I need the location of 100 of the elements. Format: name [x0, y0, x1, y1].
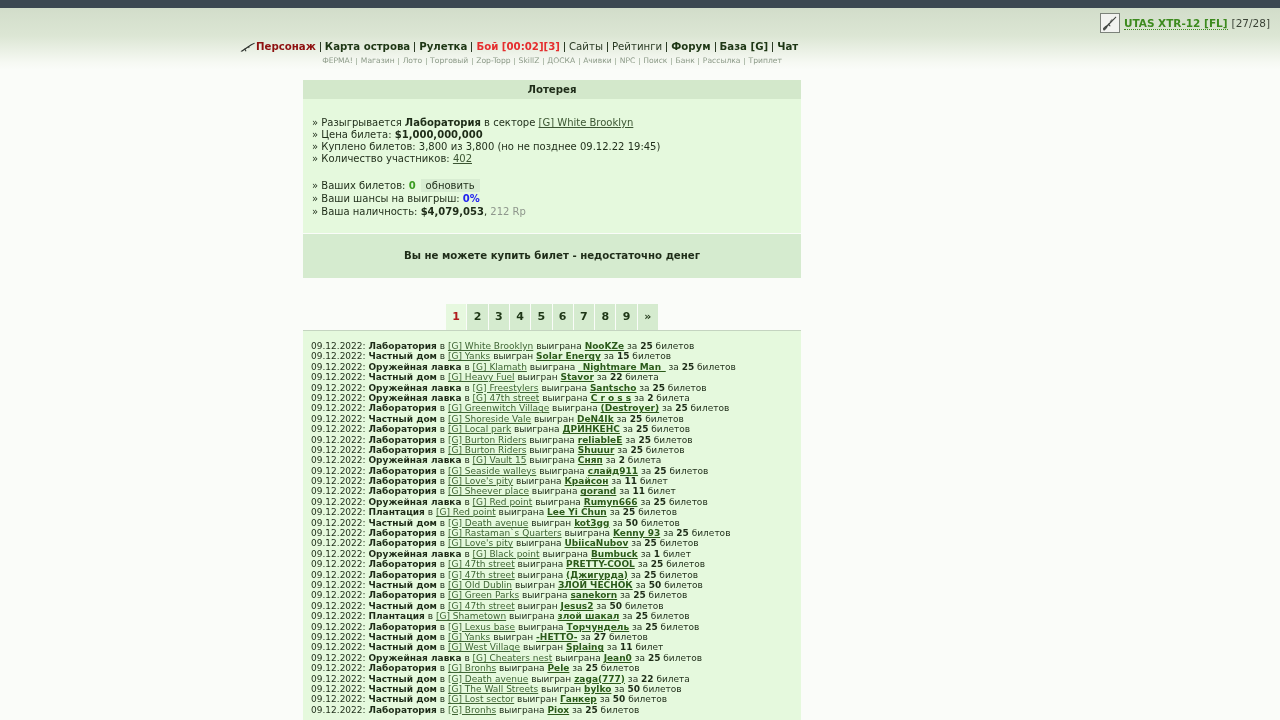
sector-link[interactable]: [G] Shoreside Vale	[448, 413, 532, 424]
sector-link[interactable]: [G] Cheaters nest	[472, 652, 553, 663]
winner-link[interactable]: Торчундель	[566, 621, 630, 632]
winner-link[interactable]: Santscho	[589, 382, 637, 393]
page-link[interactable]: 4	[509, 304, 531, 330]
page-link[interactable]: 2	[467, 304, 488, 330]
sector-link[interactable]: [G] West Village	[448, 642, 521, 653]
page-link[interactable]: 8	[595, 304, 616, 330]
nav-link[interactable]: Персонаж	[256, 40, 316, 54]
sector-link[interactable]: [G] Local park	[447, 424, 512, 435]
winner-link[interactable]: NooKZe	[584, 341, 625, 351]
page-link[interactable]: 1	[446, 304, 467, 330]
winner-link[interactable]: _Nightmare Man_	[578, 361, 666, 372]
sector-link[interactable]: [G] Heavy Fuel	[448, 372, 515, 383]
winner-link[interactable]: Splaing	[565, 642, 604, 653]
sector-link[interactable]: [G] Death avenue	[448, 517, 529, 528]
winner-link[interactable]: Piox	[547, 704, 570, 715]
winner-link[interactable]: злой шакал	[557, 611, 620, 622]
winner-link[interactable]: Solar Energy	[536, 351, 601, 362]
info-link[interactable]: [G] White Brooklyn	[538, 117, 634, 128]
sector-link[interactable]: [G] Red point	[435, 507, 496, 518]
nav-link[interactable]: Форум	[671, 40, 711, 54]
sector-link[interactable]: [G] Burton Riders	[447, 434, 527, 445]
winner-link[interactable]: bylko	[584, 683, 612, 694]
sector-link[interactable]: [G] Love's pity	[447, 538, 514, 549]
sector-link[interactable]: [G] Black point	[472, 548, 540, 559]
nav-link[interactable]: Рейтинги	[611, 40, 663, 54]
winner-link[interactable]: Lee Yi Chun	[547, 507, 607, 518]
sector-link[interactable]: [G] Klamath	[472, 361, 527, 372]
sector-link[interactable]: [G] Freestylers	[472, 382, 539, 393]
winner-link[interactable]: -HETTO-	[536, 631, 578, 642]
nav-link[interactable]: Сайты	[569, 40, 603, 54]
winner-link[interactable]: Kenny 93	[613, 528, 661, 539]
winner-link[interactable]: reliableE	[577, 434, 623, 445]
sector-link[interactable]: [G] Lost sector	[448, 694, 515, 705]
winner-link[interactable]: (Джигурда)	[566, 569, 628, 580]
sector-link[interactable]: [G] 47th street	[472, 392, 540, 403]
sector-link[interactable]: [G] 47th street	[447, 559, 515, 570]
nav-link[interactable]: Бой [00:02][3]	[476, 40, 560, 54]
sector-link[interactable]: [G] Vault 15	[472, 455, 527, 466]
sector-link[interactable]: [G] Green Parks	[447, 590, 520, 601]
sector-link[interactable]: [G] Bronhs	[447, 704, 497, 715]
sector-link[interactable]: [G] Burton Riders	[447, 444, 527, 455]
sector-link[interactable]: [G] The Wall Streets	[448, 683, 539, 694]
nav-link[interactable]: Чат	[777, 40, 799, 54]
winner-link[interactable]: gorand	[580, 486, 617, 497]
winner-link[interactable]: ЗЛОЙ ЧЕСНОК	[557, 580, 633, 590]
sector-link[interactable]: [G] Yanks	[448, 351, 491, 362]
winner-link[interactable]: (Destroyer)	[600, 403, 660, 414]
winner-link[interactable]: UbiicaNubov	[564, 538, 629, 549]
winner-link[interactable]: Bumbuck	[590, 548, 638, 559]
winner-link[interactable]: Shuuur	[577, 444, 615, 455]
page-link[interactable]: 6	[552, 304, 573, 330]
sector-link[interactable]: [G] Greenwitch Village	[447, 403, 550, 414]
sector-link[interactable]: [G] Shametown	[435, 611, 507, 622]
sector-link[interactable]: [G] Lexus base	[447, 621, 516, 632]
sector-link[interactable]: [G] White Brooklyn	[447, 341, 534, 351]
sector-link[interactable]: [G] Bronhs	[447, 663, 497, 674]
sector-link[interactable]: [G] Death avenue	[448, 673, 529, 684]
win-record: 09.12.2022: Частный дом в [G] Yanks выигран Solar Energy за 15 билетов	[311, 351, 673, 362]
sector-link[interactable]: [G] Yanks	[448, 631, 491, 642]
winner-link[interactable]: Jean0	[603, 652, 632, 663]
winner-link[interactable]: zaga(777)	[574, 673, 625, 684]
winner-link[interactable]: kot3gg	[574, 517, 610, 528]
winner-link[interactable]: DeN4Ik	[577, 413, 614, 424]
winner-link[interactable]: Jesus2	[560, 600, 594, 611]
sector-link[interactable]: [G] Seaside walleys	[447, 465, 537, 476]
rifle-icon[interactable]	[1099, 13, 1120, 33]
refresh-button[interactable]: обновить	[420, 179, 480, 192]
winner-link[interactable]: Сняп	[577, 455, 603, 466]
sector-link[interactable]: [G] 47th street	[448, 600, 515, 611]
winner-link[interactable]: Pele	[547, 663, 570, 674]
winner-link[interactable]: sanekorn	[570, 590, 618, 601]
winner-link[interactable]: C r o s s	[590, 392, 632, 403]
page-link[interactable]: 9	[616, 304, 637, 330]
winner-link[interactable]: Rumyn666	[583, 496, 638, 507]
nav-link[interactable]: База [G]	[719, 40, 769, 54]
winner-link[interactable]: Ганкер	[560, 694, 597, 705]
nav-link[interactable]: Рулетка	[419, 40, 468, 54]
winner-link[interactable]: слайд911	[587, 465, 639, 476]
sector-link[interactable]: [G] Sheever place	[447, 486, 529, 497]
sector-link[interactable]: [G] 47th street	[447, 569, 515, 580]
panel-title: Лотерея	[303, 80, 801, 99]
rifle-icon	[240, 42, 255, 52]
win-record: 09.12.2022: Лаборатория в [G] Green Parks выиграна sanekorn за 25 билетов	[311, 590, 689, 601]
sector-link[interactable]: [G] Love's pity	[447, 476, 514, 487]
page-link[interactable]: 3	[488, 304, 509, 330]
winner-link[interactable]: Stavor	[560, 372, 594, 383]
nav-link[interactable]: Карта острова	[324, 40, 411, 54]
page-link[interactable]: »	[637, 304, 658, 330]
page-link[interactable]: 5	[531, 304, 552, 330]
win-record: 09.12.2022: Оружейная лавка в [G] Klamath выиграна _Nightmare Man_ за 25 билетов	[311, 361, 737, 373]
sector-link[interactable]: [G] Old Dublin	[448, 580, 513, 590]
page-link[interactable]: 7	[573, 304, 595, 330]
sector-link[interactable]: [G] Rastaman`s Quarters	[447, 528, 562, 539]
winner-link[interactable]: ДРИНКЕНС	[562, 424, 620, 435]
winner-link[interactable]: Крайсон	[564, 476, 609, 487]
sector-link[interactable]: [G] Red point	[472, 496, 533, 507]
winner-link[interactable]: PRETTY-COOL	[566, 559, 635, 570]
info-link[interactable]: 402	[452, 153, 472, 164]
